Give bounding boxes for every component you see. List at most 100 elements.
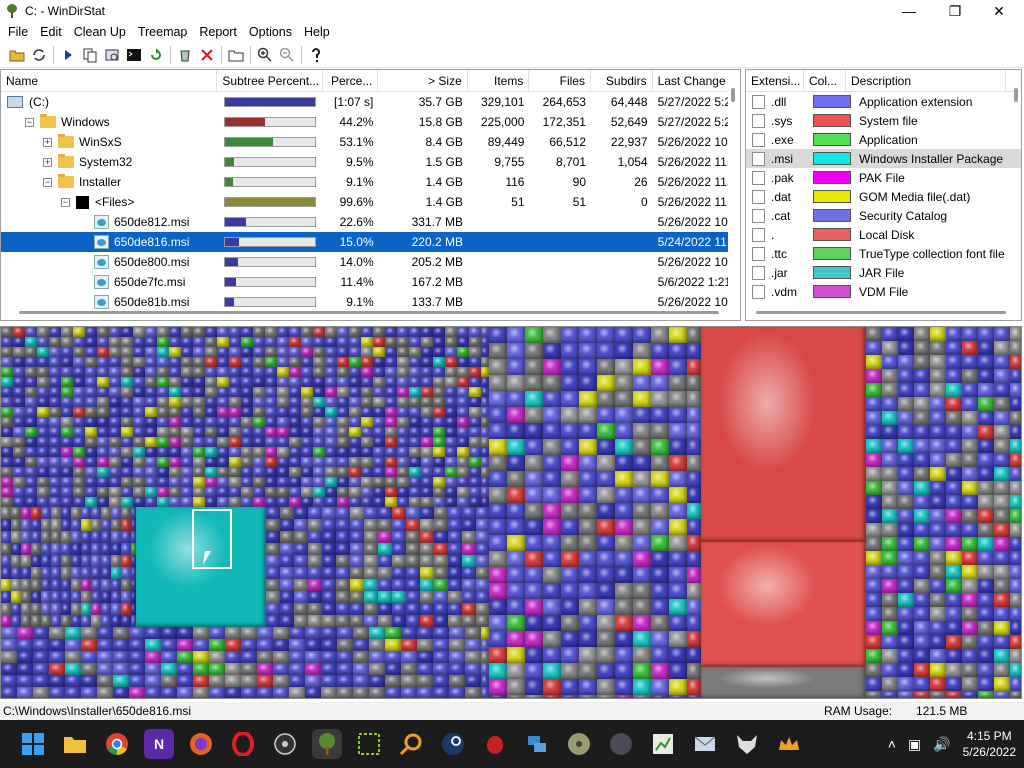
treemap-block[interactable] bbox=[253, 487, 265, 497]
treemap-block[interactable] bbox=[157, 397, 169, 407]
treemap-block[interactable] bbox=[1, 347, 13, 357]
treemap-block[interactable] bbox=[133, 397, 145, 407]
treemap-block[interactable] bbox=[305, 627, 321, 639]
treemap-block[interactable] bbox=[1, 457, 13, 467]
treemap-block[interactable] bbox=[205, 377, 217, 387]
treemap-block[interactable] bbox=[33, 663, 49, 675]
treemap-block[interactable] bbox=[253, 467, 265, 477]
treemap-block[interactable] bbox=[882, 635, 898, 649]
start-icon[interactable] bbox=[18, 729, 48, 759]
treemap-block[interactable] bbox=[409, 387, 421, 397]
treemap-block[interactable] bbox=[866, 649, 882, 663]
treemap-block[interactable] bbox=[41, 543, 51, 555]
treemap-block[interactable] bbox=[193, 627, 209, 639]
treemap-block[interactable] bbox=[433, 427, 445, 437]
treemap-block[interactable] bbox=[101, 615, 111, 627]
treemap-block[interactable] bbox=[421, 477, 433, 487]
treemap-block[interactable] bbox=[325, 377, 337, 387]
treemap-block[interactable] bbox=[1, 507, 11, 519]
treemap-block[interactable] bbox=[507, 647, 525, 663]
treemap-block[interactable] bbox=[409, 397, 421, 407]
treemap-block[interactable] bbox=[181, 417, 193, 427]
treemap-block[interactable] bbox=[543, 679, 561, 695]
treemap-block[interactable] bbox=[361, 407, 373, 417]
treemap-block[interactable] bbox=[978, 579, 994, 593]
treemap-block[interactable] bbox=[445, 477, 457, 487]
treemap-block[interactable] bbox=[349, 427, 361, 437]
treemap-block[interactable] bbox=[421, 367, 433, 377]
treemap-block[interactable] bbox=[280, 531, 294, 543]
treemap-block[interactable] bbox=[385, 447, 397, 457]
treemap-block[interactable] bbox=[241, 687, 257, 698]
treemap-block[interactable] bbox=[651, 551, 669, 567]
treemap-block[interactable] bbox=[994, 355, 1010, 369]
treemap-block[interactable] bbox=[121, 417, 133, 427]
treemap-block[interactable] bbox=[109, 427, 121, 437]
treemap-block[interactable] bbox=[978, 425, 994, 439]
treemap-block[interactable] bbox=[930, 425, 946, 439]
treemap-block[interactable] bbox=[21, 543, 31, 555]
treemap-block[interactable] bbox=[51, 591, 61, 603]
treemap-block[interactable] bbox=[1010, 453, 1021, 467]
treemap-block[interactable] bbox=[615, 583, 633, 599]
treemap-block[interactable] bbox=[469, 447, 481, 457]
treemap-block[interactable] bbox=[121, 387, 133, 397]
treemap-block[interactable] bbox=[882, 327, 898, 341]
treemap-block[interactable] bbox=[253, 407, 265, 417]
treemap-block[interactable] bbox=[946, 439, 962, 453]
treemap-block[interactable] bbox=[277, 467, 289, 477]
treemap-block[interactable] bbox=[1, 357, 13, 367]
treemap-block[interactable] bbox=[469, 437, 481, 447]
treemap-block[interactable] bbox=[49, 639, 65, 651]
treemap-block[interactable] bbox=[1, 579, 11, 591]
treemap-block[interactable] bbox=[109, 387, 121, 397]
treemap-block[interactable] bbox=[217, 477, 229, 487]
treemap-block[interactable] bbox=[121, 543, 131, 555]
treemap-block[interactable] bbox=[507, 455, 525, 471]
treemap-block[interactable] bbox=[13, 467, 25, 477]
treemap-block[interactable] bbox=[882, 537, 898, 551]
treemap-block[interactable] bbox=[397, 427, 409, 437]
treemap-block[interactable] bbox=[469, 487, 481, 497]
treemap-block[interactable] bbox=[409, 377, 421, 387]
treemap-block[interactable] bbox=[193, 367, 205, 377]
treemap-block[interactable] bbox=[265, 357, 277, 367]
treemap-block[interactable] bbox=[597, 599, 615, 615]
treemap-block[interactable] bbox=[31, 507, 41, 519]
treemap-block[interactable] bbox=[420, 519, 434, 531]
treemap-block[interactable] bbox=[930, 327, 946, 341]
treemap-block[interactable] bbox=[337, 467, 349, 477]
treemap-block[interactable] bbox=[25, 377, 37, 387]
treemap-block[interactable] bbox=[507, 679, 525, 695]
treemap-block[interactable] bbox=[445, 427, 457, 437]
treemap-block[interactable] bbox=[962, 565, 978, 579]
treemap-block[interactable] bbox=[225, 639, 241, 651]
treemap-block[interactable] bbox=[225, 675, 241, 687]
treemap-block[interactable] bbox=[651, 327, 669, 343]
treemap-block[interactable] bbox=[669, 503, 687, 519]
treemap-block[interactable] bbox=[37, 367, 49, 377]
treemap-block[interactable] bbox=[615, 535, 633, 551]
treemap-block[interactable] bbox=[13, 347, 25, 357]
treemap-block[interactable] bbox=[561, 359, 579, 375]
treemap-block[interactable] bbox=[325, 477, 337, 487]
tree-column-header[interactable]: Files bbox=[529, 70, 591, 92]
treemap-block[interactable] bbox=[898, 495, 914, 509]
clock[interactable]: 4:15 PM 5/26/2022 bbox=[963, 728, 1016, 760]
treemap-block[interactable] bbox=[161, 687, 177, 698]
treemap-block[interactable] bbox=[579, 375, 597, 391]
treemap-block[interactable] bbox=[651, 471, 669, 487]
treemap-block[interactable] bbox=[277, 477, 289, 487]
treemap-block[interactable] bbox=[361, 447, 373, 457]
treemap-block[interactable] bbox=[962, 341, 978, 355]
treemap-block[interactable] bbox=[193, 447, 205, 457]
treemap-block[interactable] bbox=[462, 591, 476, 603]
treemap-block[interactable] bbox=[457, 377, 469, 387]
treemap-block[interactable] bbox=[633, 343, 651, 359]
treemap-block[interactable] bbox=[313, 327, 325, 337]
treemap-block[interactable] bbox=[294, 591, 308, 603]
volume-icon[interactable]: 🔊 bbox=[933, 736, 950, 753]
treemap-block[interactable] bbox=[289, 467, 301, 477]
treemap-block[interactable] bbox=[31, 579, 41, 591]
treemap-block[interactable] bbox=[962, 495, 978, 509]
